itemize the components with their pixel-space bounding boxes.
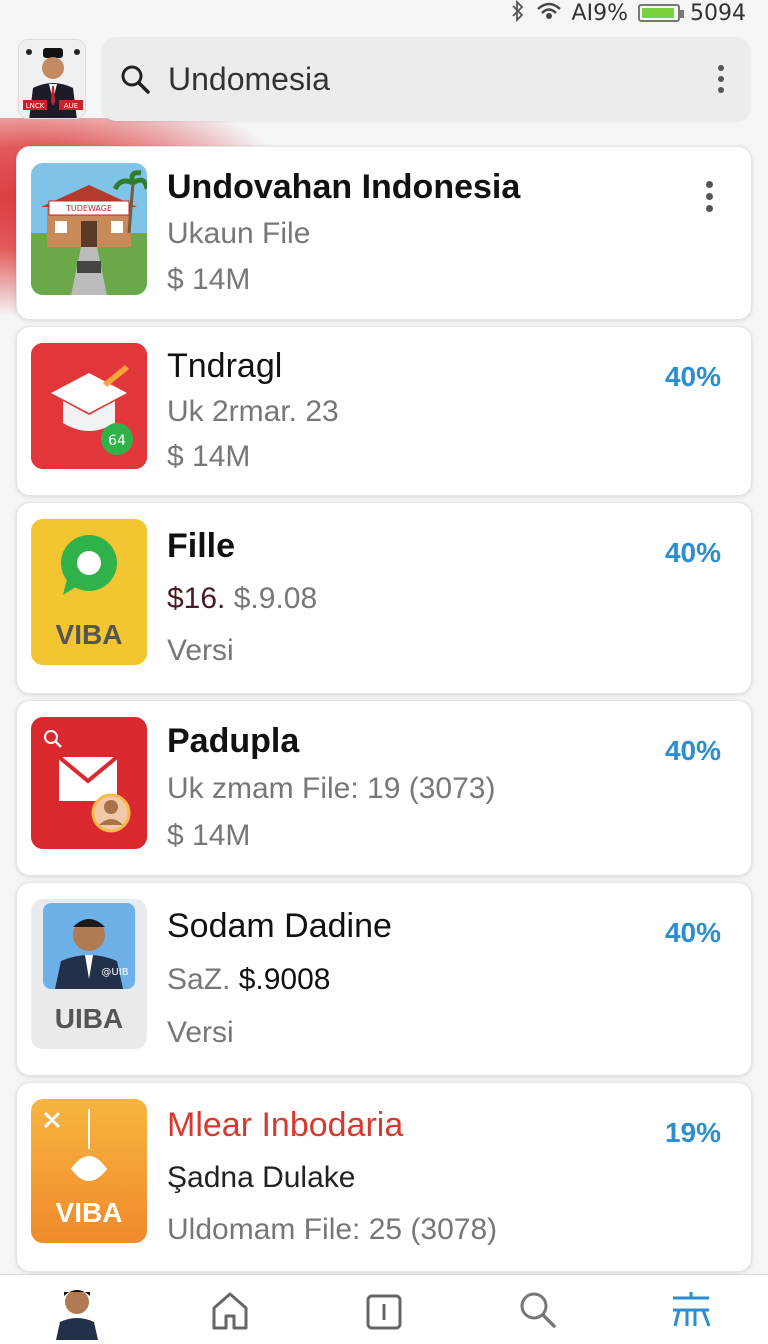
lightbulb-icon: VIBA [31, 1099, 147, 1243]
info-icon[interactable] [354, 1280, 414, 1340]
wifi-icon [536, 1, 562, 26]
kebab-menu-icon[interactable] [698, 175, 721, 218]
list-item[interactable]: @UIB UIBA Sodam Dadine SaZ. $.9008 Versi… [16, 882, 752, 1076]
item-subtitle: Uk 2rmar. 23 [167, 395, 339, 429]
avatar-label-right: AUE [64, 102, 78, 110]
item-price-alt: $.9008 [238, 963, 331, 997]
search-menu-icon[interactable] [710, 59, 732, 99]
thumb-label: UIBA [54, 1003, 124, 1034]
battery-icon [638, 4, 684, 22]
profile-avatar[interactable]: LNCK AUE [18, 39, 86, 119]
translate-icon[interactable] [661, 1280, 721, 1340]
list-item[interactable]: TUDEWAGE Undovahan Indonesia Ukaun File … [16, 146, 752, 320]
item-title: Undovahan Indonesia [167, 167, 521, 206]
home-icon[interactable] [200, 1280, 260, 1340]
item-title: Tndragl [167, 346, 283, 385]
item-size: $ 14M [167, 440, 251, 474]
house-photo: TUDEWAGE [31, 163, 147, 295]
list-item[interactable]: Padupla Uk zmam File: 19 (3073) $ 14M 40… [16, 700, 752, 876]
search-icon[interactable] [120, 64, 150, 94]
item-title: Padupla [167, 721, 300, 760]
top-bar: LNCK AUE [0, 36, 768, 122]
item-version: Versi [167, 1016, 234, 1050]
avatar-label-left: LNCK [26, 102, 45, 110]
battery-percent: ‎ΑI9% [571, 0, 628, 26]
item-title: Mlear Inbodaria [167, 1106, 404, 1145]
item-title: Fille [167, 526, 236, 565]
percent-label: 40% [664, 735, 721, 766]
search-input[interactable] [168, 60, 692, 98]
battery-level [642, 8, 675, 18]
graduation-cap-icon: 64 [31, 343, 147, 469]
item-price-alt: $.9.08 [233, 582, 318, 616]
list-item[interactable]: 64 Tndragl Uk 2rmar. 23 $ 14M 40% [16, 326, 752, 496]
thumb-label: VIBA [55, 1197, 123, 1228]
percent-label: 19% [664, 1117, 721, 1148]
percent-label: 40% [664, 361, 721, 392]
item-size: $ 14M [167, 819, 251, 853]
search-bar[interactable] [102, 37, 750, 121]
item-price: SaZ. [167, 963, 231, 997]
thumb-label: VIBA [55, 619, 123, 650]
chat-bubble-icon: VIBA [31, 519, 147, 665]
nav-profile-avatar[interactable] [47, 1280, 107, 1340]
item-size: $ 14M [167, 263, 251, 297]
app-list: TUDEWAGE Undovahan Indonesia Ukaun File … [16, 146, 752, 1278]
app-badge-count: 64 [108, 433, 126, 449]
item-title: Sodam Dadine [167, 906, 392, 945]
percent-label: 40% [664, 537, 721, 568]
status-bar: ‎ΑI9% 5094 [0, 0, 768, 26]
list-item[interactable]: VIBA Fille $16. $.9.08 Versi 40% [16, 502, 752, 694]
bluetooth-icon [510, 0, 526, 27]
house-sign-text: TUDEWAGE [65, 204, 112, 213]
search-icon[interactable] [508, 1280, 568, 1340]
item-subtitle: Şadna Dulake [167, 1161, 356, 1195]
mail-icon [31, 717, 147, 849]
item-version: Versi [167, 634, 234, 668]
item-subtitle: Ukaun File [167, 217, 311, 251]
person-photo: @UIB UIBA [31, 899, 147, 1049]
bottom-nav [0, 1274, 768, 1344]
item-subtitle: Uk zmam File: 19 (3073) [167, 772, 496, 806]
photo-tag: @UIB [101, 967, 128, 978]
list-item[interactable]: VIBA Mlear Inbodaria Şadna Dulake Uldoma… [16, 1082, 752, 1272]
item-detail: Uldomam File: 25 (3078) [167, 1212, 498, 1246]
clock: 5094 [690, 0, 746, 26]
percent-label: 40% [664, 917, 721, 948]
item-price: $16. [167, 582, 226, 616]
